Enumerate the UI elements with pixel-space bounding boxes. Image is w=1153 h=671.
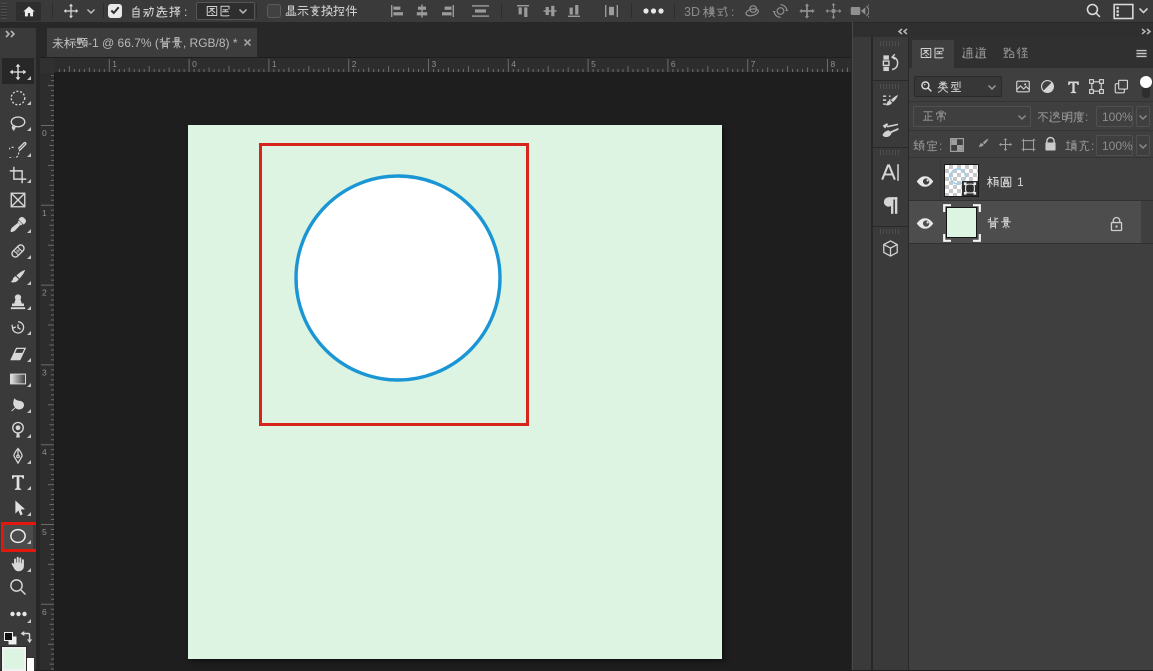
svg-text:1: 1: [112, 59, 117, 69]
svg-text:6: 6: [42, 607, 47, 617]
svg-text:3: 3: [432, 59, 437, 69]
svg-text:6: 6: [671, 59, 676, 69]
svg-text:1: 1: [272, 59, 277, 69]
svg-text:0: 0: [42, 128, 47, 138]
svg-text:8: 8: [831, 59, 836, 69]
svg-text:4: 4: [511, 59, 516, 69]
svg-text:2: 2: [42, 288, 47, 298]
svg-text:5: 5: [42, 527, 47, 537]
svg-text:3: 3: [42, 367, 47, 377]
svg-text:7: 7: [751, 59, 756, 69]
svg-text:0: 0: [192, 59, 197, 69]
svg-text:1: 1: [42, 208, 47, 218]
svg-text:2: 2: [352, 59, 357, 69]
svg-text:5: 5: [591, 59, 596, 69]
svg-text:4: 4: [42, 447, 47, 457]
